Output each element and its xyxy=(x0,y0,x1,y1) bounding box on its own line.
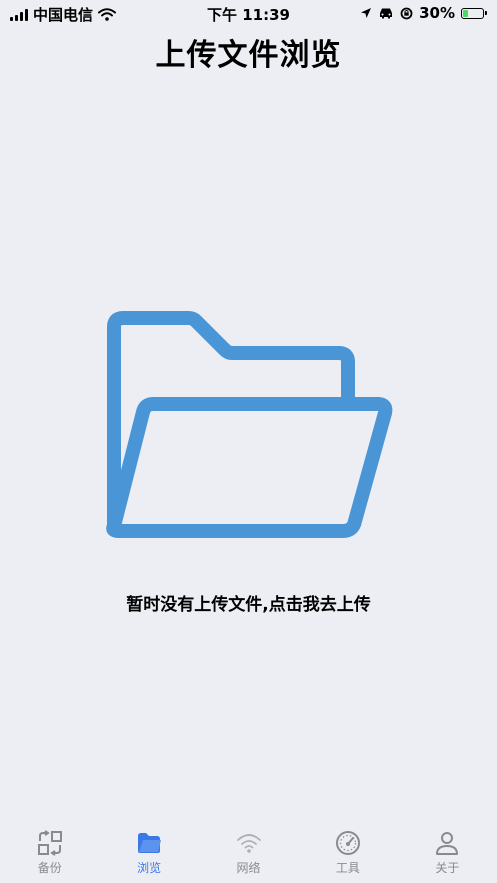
page-title: 上传文件浏览 xyxy=(155,38,342,73)
tab-bar: 备份 浏览 网络 工具 关于 xyxy=(0,825,497,883)
status-right: 30% xyxy=(360,4,487,22)
tab-network-label: 网络 xyxy=(236,861,261,875)
tab-about-label: 关于 xyxy=(435,861,460,875)
tab-tools[interactable]: 工具 xyxy=(298,825,397,883)
tab-network[interactable]: 网络 xyxy=(199,825,298,883)
car-icon xyxy=(380,8,393,19)
wifi-icon xyxy=(236,834,261,853)
battery-fill xyxy=(463,9,468,17)
battery-percent: 30% xyxy=(419,4,455,22)
folder-icon xyxy=(138,833,162,853)
tab-backup[interactable]: 备份 xyxy=(0,825,99,883)
empty-state-message[interactable]: 暂时没有上传文件,点击我去上传 xyxy=(0,590,497,615)
backup-icon xyxy=(37,830,62,856)
rotation-lock-icon xyxy=(400,7,413,19)
open-folder-icon[interactable] xyxy=(102,310,394,550)
battery-icon xyxy=(461,7,487,19)
tab-browse[interactable]: 浏览 xyxy=(99,825,198,883)
tab-backup-label: 备份 xyxy=(37,861,62,875)
location-icon xyxy=(361,8,372,18)
status-bar: 中国电信 下午 11:39 30% xyxy=(0,0,497,26)
tab-about[interactable]: 关于 xyxy=(398,825,497,883)
tab-browse-label: 浏览 xyxy=(137,861,162,875)
tab-tools-label: 工具 xyxy=(335,861,360,875)
person-icon xyxy=(436,832,459,855)
gauge-icon xyxy=(335,831,360,855)
